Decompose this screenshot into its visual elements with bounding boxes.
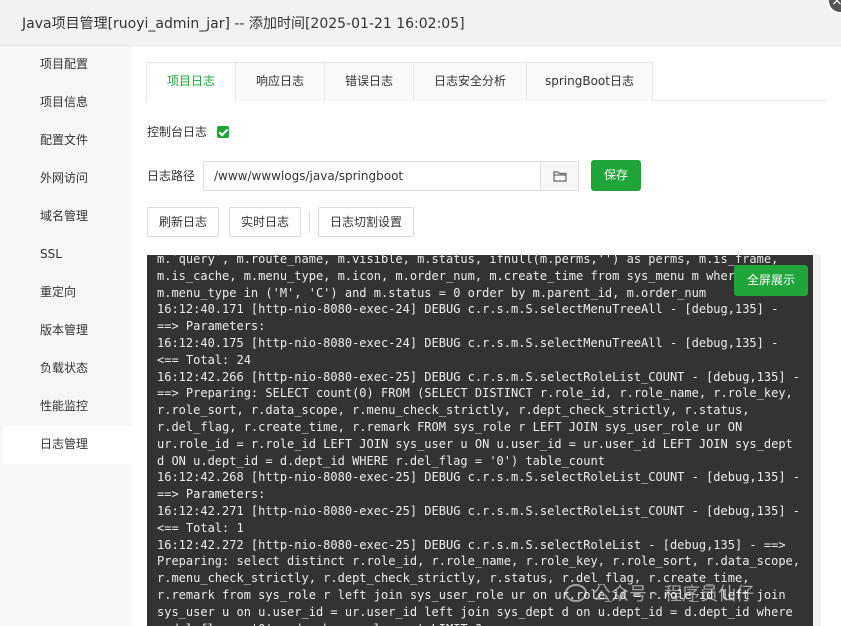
refresh-log-button[interactable]: 刷新日志: [147, 207, 220, 237]
watermark: 公众号 · 程序员仙仔: [565, 580, 835, 606]
tab-log-security[interactable]: 日志安全分析: [413, 62, 527, 101]
log-line: ur.role_id = r.role_id LEFT JOIN sys_use…: [157, 436, 793, 451]
log-line: ==> Preparing: SELECT count(0) FROM (SEL…: [157, 386, 793, 401]
log-viewer[interactable]: m.`query`, m.route_name, m.visible, m.st…: [147, 255, 813, 626]
log-line: m.`query`, m.route_name, m.visible, m.st…: [157, 255, 779, 266]
log-line: m.is_cache, m.menu_type, m.icon, m.order…: [157, 268, 743, 283]
log-line: 16:12:40.171 [http-nio-8080-exec-24] DEB…: [157, 302, 779, 317]
sidebar-item-load-status[interactable]: 负载状态: [3, 350, 132, 388]
log-line: <== Total: 1: [157, 520, 244, 535]
log-line: m.menu_type in ('M', 'C') and m.status =…: [157, 285, 707, 300]
log-line: <== Total: 24: [157, 352, 251, 367]
fullscreen-button[interactable]: 全屏展示: [734, 265, 808, 296]
log-line: r.del_flag = '0' order by r.role_sort LI…: [157, 621, 807, 626]
sidebar-item-project-info[interactable]: 项目信息: [3, 84, 132, 122]
tab-error-log[interactable]: 错误日志: [324, 62, 414, 101]
log-line: 16:12:42.271 [http-nio-8080-exec-25] DEB…: [157, 503, 800, 518]
console-log-checkbox[interactable]: [217, 125, 230, 138]
sidebar-item-logs[interactable]: 日志管理: [3, 426, 132, 464]
console-log-row: 控制台日志: [147, 123, 230, 140]
log-line: 16:12:42.266 [http-nio-8080-exec-25] DEB…: [157, 369, 800, 384]
wechat-icon: [565, 584, 587, 602]
log-path-input[interactable]: /www/wwwlogs/java/springboot: [203, 160, 541, 191]
log-line: d ON u.dept_id = d.dept_id WHERE r.del_f…: [157, 453, 605, 468]
folder-icon[interactable]: [541, 160, 579, 191]
sidebar-item-external-access[interactable]: 外网访问: [3, 160, 132, 198]
log-actions: 刷新日志 实时日志 日志切割设置: [147, 207, 415, 237]
console-log-label: 控制台日志: [147, 125, 208, 139]
log-path-row: 日志路径 /www/wwwlogs/java/springboot 保存: [147, 160, 641, 191]
log-tabs: 项目日志 响应日志 错误日志 日志安全分析 springBoot日志: [146, 62, 826, 102]
watermark-text: 公众号 · 程序员仙仔: [593, 584, 755, 605]
log-line: r.del_flag, r.create_time, r.remark FROM…: [157, 419, 743, 434]
tab-springboot-log[interactable]: springBoot日志: [526, 62, 653, 101]
log-rotate-settings-button[interactable]: 日志切割设置: [318, 207, 415, 237]
sidebar: 项目配置 项目信息 配置文件 外网访问 域名管理 SSL 重定向 版本管理 负载…: [0, 46, 132, 626]
sidebar-item-version[interactable]: 版本管理: [3, 312, 132, 350]
log-line: r.role_sort, r.data_scope, r.menu_check_…: [157, 403, 750, 418]
log-line: 16:12:42.272 [http-nio-8080-exec-25] DEB…: [157, 537, 786, 552]
log-content: m.`query`, m.route_name, m.visible, m.st…: [157, 255, 807, 626]
main-panel: 项目日志 响应日志 错误日志 日志安全分析 springBoot日志 控制台日志…: [132, 46, 841, 626]
log-line: 16:12:42.268 [http-nio-8080-exec-25] DEB…: [157, 470, 800, 485]
sidebar-item-ssl[interactable]: SSL: [3, 236, 132, 274]
window-title: Java项目管理[ruoyi_admin_jar] -- 添加时间[2025-0…: [22, 16, 465, 32]
close-icon[interactable]: [827, 0, 841, 14]
log-scrollbar[interactable]: [813, 255, 821, 626]
log-line: ==> Parameters:: [157, 487, 266, 502]
tab-response-log[interactable]: 响应日志: [235, 62, 325, 101]
log-line: sys_user u on u.user_id = ur.user_id lef…: [157, 604, 793, 619]
realtime-log-button[interactable]: 实时日志: [229, 207, 302, 237]
log-line: 16:12:40.175 [http-nio-8080-exec-24] DEB…: [157, 335, 779, 350]
sidebar-item-config-file[interactable]: 配置文件: [3, 122, 132, 160]
sidebar-item-project-config[interactable]: 项目配置: [3, 46, 132, 84]
log-path-label: 日志路径: [147, 169, 196, 183]
folder-icon-glyph: [552, 170, 567, 182]
sidebar-item-domain[interactable]: 域名管理: [3, 198, 132, 236]
save-button[interactable]: 保存: [591, 160, 641, 191]
window-titlebar: Java项目管理[ruoyi_admin_jar] -- 添加时间[2025-0…: [0, 0, 841, 46]
log-line: ==> Parameters:: [157, 319, 266, 334]
sidebar-item-redirect[interactable]: 重定向: [3, 274, 132, 312]
log-line: Preparing: select distinct r.role_id, r.…: [157, 554, 800, 569]
sidebar-item-performance[interactable]: 性能监控: [3, 388, 132, 426]
divider: [309, 211, 311, 233]
tab-project-log[interactable]: 项目日志: [146, 62, 236, 102]
